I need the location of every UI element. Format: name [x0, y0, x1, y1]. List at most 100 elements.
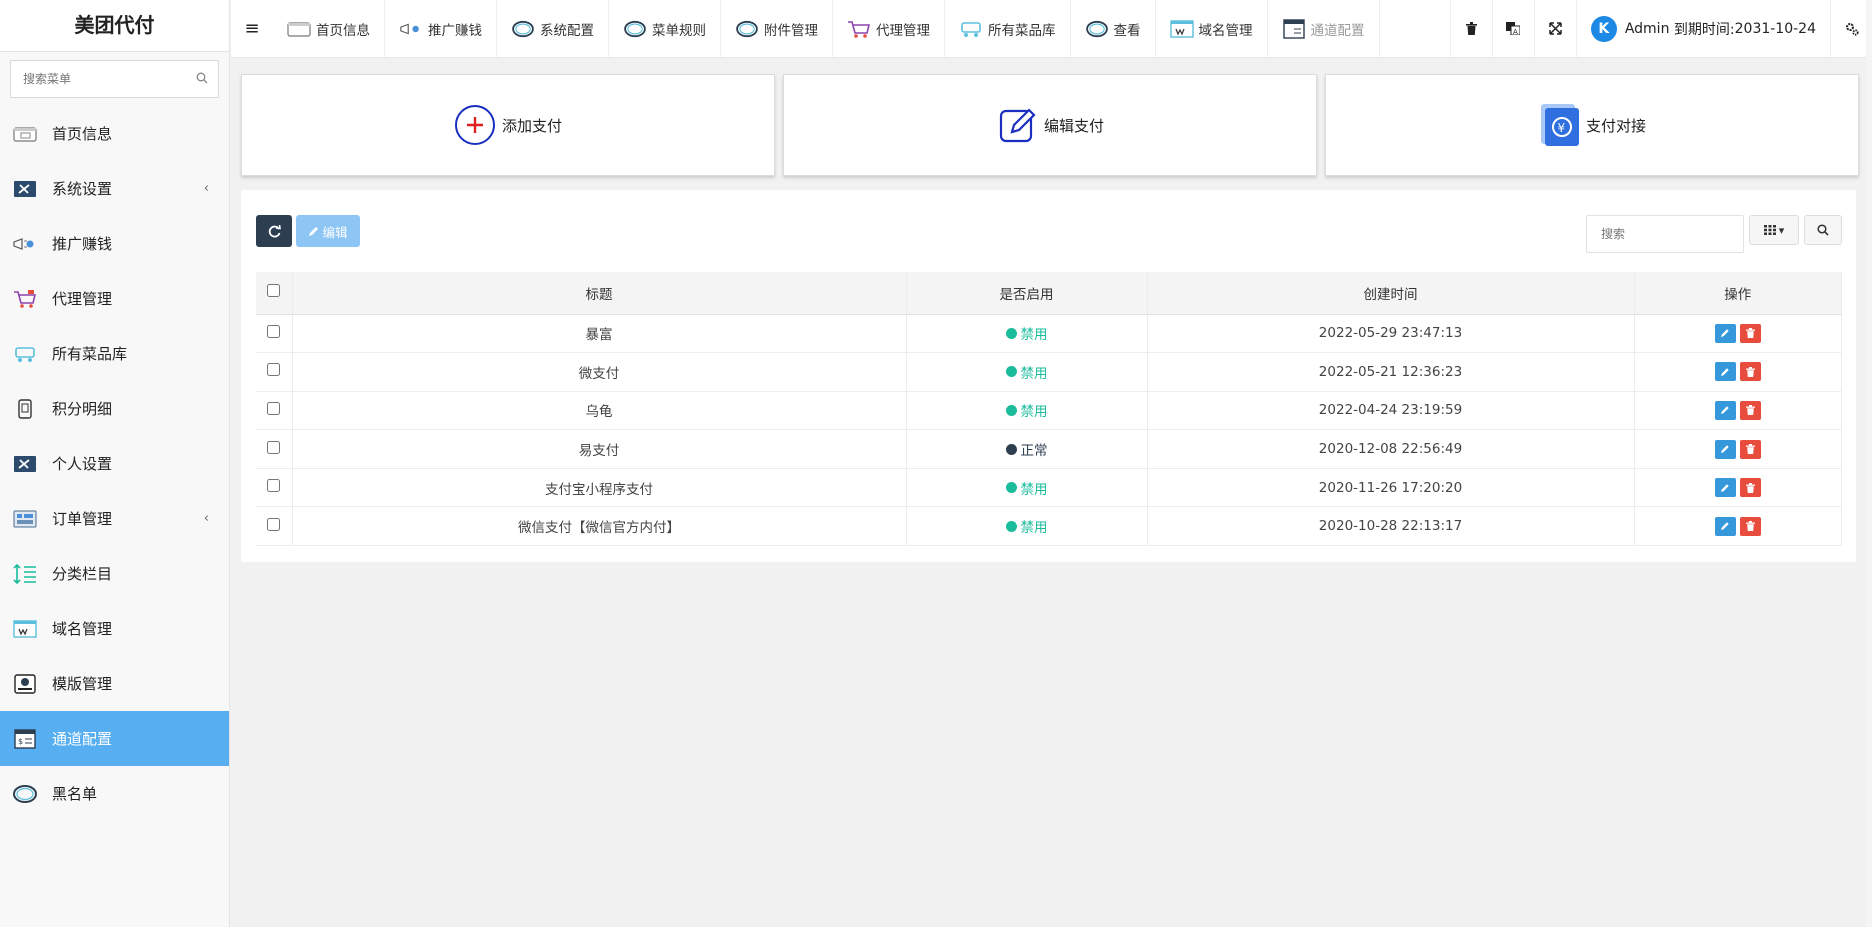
sidebar-item-label: 首页信息 [52, 125, 113, 143]
menu-search[interactable] [10, 60, 219, 98]
status-text: 禁用 [1020, 365, 1048, 382]
tab-domains[interactable]: 域名管理 [1156, 0, 1268, 57]
edit-row-button[interactable] [1714, 439, 1736, 459]
column-header-created[interactable]: 创建时间 [1147, 272, 1635, 315]
row-created: 2020-12-08 22:56:49 [1147, 429, 1635, 469]
status-badge[interactable]: 禁用 [1005, 323, 1048, 343]
tab-label: 推广赚钱 [428, 22, 482, 39]
sidebar-item-label: 所有菜品库 [52, 345, 128, 363]
status-dot [1005, 366, 1017, 378]
table-row: 支付宝小程序支付 禁用 2020-11-26 17:20:20 [256, 468, 1842, 508]
tab-label: 菜单规则 [652, 22, 706, 39]
sidebar-item-domains[interactable]: 域名管理 [0, 601, 229, 656]
ring-icon [623, 20, 647, 38]
column-header-title[interactable]: 标题 [292, 272, 907, 315]
edit-payment-card[interactable]: 编辑支付 [783, 74, 1317, 176]
edit-row-button[interactable] [1714, 478, 1736, 498]
sidebar-item-agents[interactable]: 代理管理 [0, 271, 229, 326]
sidebar-item-system-settings[interactable]: 系统设置 ‹ [0, 161, 229, 216]
row-created: 2020-10-28 22:13:17 [1147, 506, 1635, 547]
sidebar-item-home[interactable]: 首页信息 [0, 106, 229, 161]
select-all-checkbox[interactable] [267, 284, 281, 298]
delete-row-button[interactable] [1739, 516, 1761, 536]
sidebar-item-points[interactable]: 积分明细 [0, 381, 229, 436]
row-checkbox[interactable] [267, 401, 281, 415]
edit-row-button[interactable] [1714, 516, 1736, 536]
menu-search-input[interactable] [11, 61, 218, 97]
edit-label: 编辑 [322, 224, 348, 240]
delete-row-button[interactable] [1739, 478, 1761, 498]
sidebar-item-orders[interactable]: 订单管理 ‹ [0, 491, 229, 546]
row-actions [1714, 362, 1761, 382]
sidebar-item-blacklist[interactable]: 黑名单 [0, 766, 229, 821]
top-nav-right: A K Admin 到期时间: 2031-10-24 [1449, 0, 1872, 57]
user-menu[interactable]: K Admin 到期时间: 2031-10-24 [1575, 0, 1830, 57]
top-nav: ≡ 首页信息 推广赚钱 系统配置 菜单规则 附件管理 代理管理 所有菜品库 查看… [231, 0, 1872, 58]
row-checkbox[interactable] [267, 363, 281, 377]
sidebar-item-templates[interactable]: 模版管理 [0, 656, 229, 711]
status-badge[interactable]: 禁用 [1005, 478, 1048, 498]
sidebar-item-personal-settings[interactable]: 个人设置 [0, 436, 229, 491]
tab-menu-rules[interactable]: 菜单规则 [609, 0, 721, 57]
tab-channel-config[interactable]: 通道配置 [1268, 0, 1380, 57]
edit-row-button[interactable] [1714, 362, 1736, 382]
row-actions [1714, 478, 1761, 498]
row-created: 2022-05-29 23:47:13 [1147, 314, 1635, 354]
sidebar-item-channel-config[interactable]: $ 通道配置 [0, 711, 229, 766]
search-button[interactable] [1804, 215, 1842, 245]
status-badge[interactable]: 禁用 [1005, 400, 1048, 420]
sidebar-item-categories[interactable]: 分类栏目 [0, 546, 229, 601]
status-dot [1005, 327, 1017, 339]
tab-system-config[interactable]: 系统配置 [497, 0, 609, 57]
payment-integration-card[interactable]: ¥ 支付对接 [1325, 74, 1859, 176]
sidebar-item-label: 积分明细 [52, 400, 113, 418]
status-badge[interactable]: 禁用 [1005, 516, 1048, 536]
table-search[interactable] [1586, 215, 1744, 253]
delete-row-button[interactable] [1739, 439, 1761, 459]
status-dot [1005, 520, 1017, 532]
fullscreen-icon[interactable] [1533, 0, 1576, 57]
tab-label: 所有菜品库 [988, 22, 1056, 39]
tab-label: 域名管理 [1198, 22, 1253, 39]
delete-row-button[interactable] [1739, 323, 1761, 343]
tab-label: 系统配置 [540, 22, 594, 39]
row-checkbox[interactable] [267, 517, 281, 531]
columns-toggle-button[interactable]: ▾ [1749, 215, 1799, 245]
sidebar-item-label: 分类栏目 [52, 565, 113, 583]
translate-icon[interactable]: A [1491, 0, 1534, 57]
sidebar-item-label: 订单管理 [52, 510, 113, 528]
tab-promotion[interactable]: 推广赚钱 [385, 0, 497, 57]
menu-toggle-icon[interactable]: ≡ [231, 0, 273, 57]
tools-icon [12, 178, 38, 200]
delete-row-button[interactable] [1739, 362, 1761, 382]
tab-dish-library[interactable]: 所有菜品库 [945, 0, 1071, 57]
trash-icon[interactable] [1449, 0, 1492, 57]
sidebar-item-dish-library[interactable]: 所有菜品库 [0, 326, 229, 381]
table-search-input[interactable] [1587, 216, 1743, 252]
row-checkbox[interactable] [267, 440, 281, 454]
refresh-button[interactable] [256, 215, 292, 247]
sidebar-menu: 首页信息 系统设置 ‹ 推广赚钱 代理管理 所有菜品库 积分明细 个人设置 订单管… [0, 106, 229, 821]
search-icon[interactable] [196, 72, 208, 84]
tab-home[interactable]: 首页信息 [273, 0, 385, 57]
row-checkbox[interactable] [267, 479, 281, 493]
add-payment-card[interactable]: 添加支付 [241, 74, 775, 176]
column-header-enabled[interactable]: 是否启用 [906, 272, 1148, 315]
status-badge[interactable]: 正常 [1005, 439, 1048, 459]
sidebar-item-label: 黑名单 [52, 785, 98, 803]
megaphone-icon [12, 233, 38, 255]
edit-row-button[interactable] [1714, 400, 1736, 420]
tab-agents[interactable]: 代理管理 [833, 0, 945, 57]
tab-attachments[interactable]: 附件管理 [721, 0, 833, 57]
sidebar-item-promotion[interactable]: 推广赚钱 [0, 216, 229, 271]
edit-row-button[interactable] [1714, 323, 1736, 343]
delete-row-button[interactable] [1739, 400, 1761, 420]
row-checkbox[interactable] [267, 324, 281, 338]
tab-view[interactable]: 查看 [1071, 0, 1156, 57]
sidebar-item-label: 推广赚钱 [52, 235, 113, 253]
trash-icon [1745, 405, 1755, 416]
user-name: Admin [1624, 20, 1670, 37]
edit-button[interactable]: 编辑 [296, 215, 360, 247]
page-scrollbar[interactable] [1866, 0, 1872, 927]
status-badge[interactable]: 禁用 [1005, 362, 1048, 382]
